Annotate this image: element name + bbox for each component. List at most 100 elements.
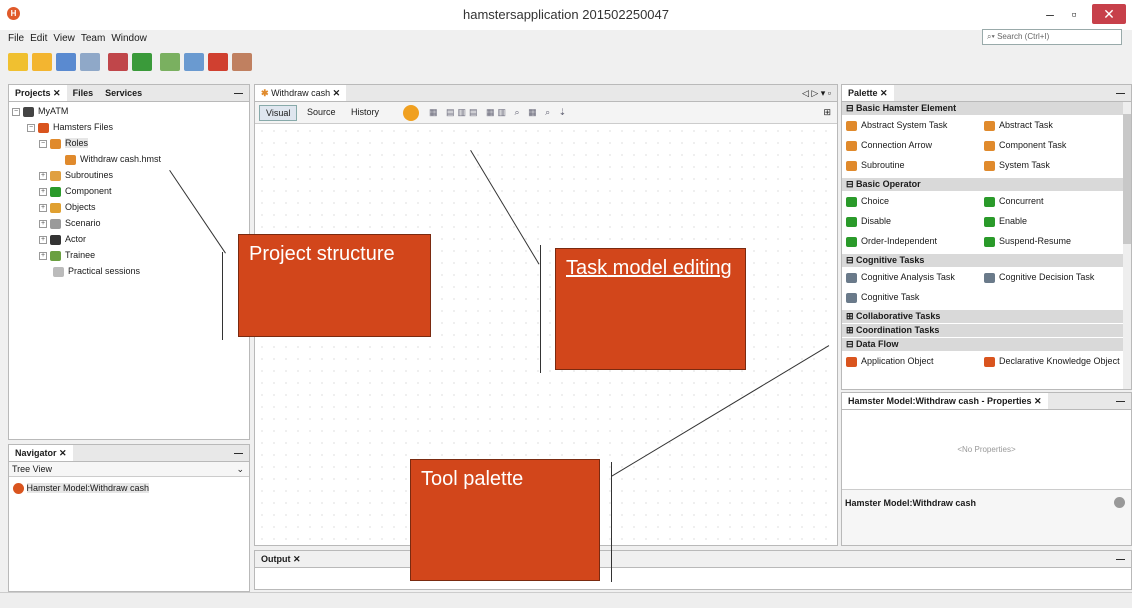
tree-item-label: Scenario [65, 218, 101, 228]
tree-item[interactable]: Withdraw cash.hmst [65, 152, 161, 166]
navigator-item[interactable]: Hamster Model:Withdraw cash [9, 477, 249, 500]
menu-view[interactable]: View [53, 30, 75, 48]
align-tools-icon[interactable]: ▦ ▤▥▤ ▦▥ ⌕ ▦ ⌕ ⇣ [429, 107, 569, 118]
minimize-palette-icon[interactable]: — [1116, 85, 1125, 101]
palette-item-icon [984, 236, 995, 247]
menu-file[interactable]: File [8, 30, 24, 48]
tab-palette[interactable]: Palette ✕ [842, 85, 894, 101]
close-button[interactable]: ✕ [1092, 4, 1126, 24]
palette-item[interactable]: Cognitive Decision Task [984, 270, 1094, 284]
trainee-icon [50, 250, 61, 261]
palette-item[interactable]: Connection Arrow [846, 138, 932, 152]
palette-group-header[interactable]: ⊞ Collaborative Tasks [842, 310, 1125, 323]
tree-item-label: Hamsters Files [53, 122, 114, 132]
validate-icon[interactable] [403, 105, 419, 121]
tab-files[interactable]: Files [67, 85, 100, 101]
tab-properties[interactable]: Hamster Model:Withdraw cash - Properties… [842, 393, 1048, 409]
expand-toggle-icon[interactable]: + [39, 187, 47, 196]
tree-item[interactable]: − MyATM [12, 104, 68, 118]
palette-item[interactable]: Abstract System Task [846, 118, 947, 132]
minimize-button[interactable]: – [1040, 4, 1060, 24]
palette-item[interactable]: System Task [984, 158, 1050, 172]
undo-icon[interactable] [108, 53, 128, 71]
palette-item[interactable]: Cognitive Task [846, 290, 919, 304]
palette-group-header[interactable]: ⊟ Basic Operator [842, 178, 1125, 191]
tree-item[interactable]: + Component [39, 184, 112, 198]
palette-item[interactable]: Disable [846, 214, 891, 228]
expand-toggle-icon[interactable]: + [39, 251, 47, 260]
tree-item-label: Component [65, 186, 112, 196]
help-icon[interactable] [1114, 497, 1125, 508]
palette-scrollbar[interactable] [1123, 102, 1131, 389]
tree-item[interactable]: + Subroutines [39, 168, 113, 182]
minimize-panel-icon[interactable]: — [234, 85, 243, 101]
expand-toggle-icon[interactable]: − [39, 139, 47, 148]
tree-item[interactable]: + Trainee [39, 248, 95, 262]
tab-withdraw-cash[interactable]: ✱ Withdraw cash ✕ [255, 85, 347, 101]
palette-item[interactable]: Choice [846, 194, 889, 208]
tree-item[interactable]: + Actor [39, 232, 86, 246]
minimize-properties-icon[interactable]: — [1116, 393, 1125, 409]
expand-toggle-icon[interactable]: − [27, 123, 35, 132]
palette-item[interactable]: Cognitive Analysis Task [846, 270, 955, 284]
tree-item[interactable]: Practical sessions [53, 264, 140, 278]
warning-icon[interactable] [208, 53, 228, 71]
expand-toggle-icon[interactable]: + [39, 203, 47, 212]
tab-projects[interactable]: Projects ✕ [9, 85, 67, 101]
tree-item[interactable]: + Scenario [39, 216, 101, 230]
palette-item[interactable]: Application Object [846, 354, 934, 368]
tab-services[interactable]: Services [99, 85, 148, 101]
palette-list: ⊟ Basic Hamster Element Abstract System T… [842, 102, 1131, 388]
new-project-icon[interactable] [32, 53, 52, 71]
sessions-icon [53, 266, 64, 277]
simulation-icon[interactable] [184, 53, 204, 71]
tab-output[interactable]: Output ✕ [255, 551, 307, 567]
mode-source-button[interactable]: Source [307, 107, 336, 117]
expand-toggle-icon[interactable]: + [39, 171, 47, 180]
tree-item[interactable]: − Hamsters Files [27, 120, 113, 134]
palette-item[interactable]: Concurrent [984, 194, 1044, 208]
annotation-line [222, 252, 223, 340]
menu-team[interactable]: Team [81, 30, 105, 48]
chevron-down-icon: ⌄ [236, 464, 244, 474]
palette-group-header[interactable]: ⊞ Coordination Tasks [842, 324, 1125, 337]
expand-toggle-icon[interactable]: + [39, 219, 47, 228]
palette-group-header[interactable]: ⊟ Data Flow [842, 338, 1125, 351]
save-all-icon[interactable] [80, 53, 100, 71]
editor-window-controls[interactable]: ◁ ▷ ▾ ▫ [802, 85, 831, 101]
search-input[interactable]: ⌕▾ Search (Ctrl+I) [982, 29, 1122, 45]
tree-item[interactable]: + Objects [39, 200, 96, 214]
tree-view-select[interactable]: Tree View ⌄ [9, 462, 249, 477]
palette-item[interactable]: Subroutine [846, 158, 905, 172]
expand-icon[interactable]: ⊞ [823, 107, 831, 118]
palette-item[interactable]: Component Task [984, 138, 1066, 152]
menu-edit[interactable]: Edit [30, 30, 47, 48]
menu-window[interactable]: Window [111, 30, 147, 48]
build-icon[interactable] [160, 53, 180, 71]
menu-bar: File Edit View Team Window [0, 30, 1132, 48]
palette-item-icon [984, 356, 995, 367]
new-file-icon[interactable] [8, 53, 28, 71]
mode-visual-button[interactable]: Visual [259, 105, 298, 121]
expand-toggle-icon[interactable]: − [12, 107, 20, 116]
palette-item[interactable]: Declarative Knowledge Object [984, 354, 1120, 368]
tab-navigator[interactable]: Navigator ✕ [9, 445, 73, 461]
open-project-icon[interactable] [56, 53, 76, 71]
palette-item-label: Component Task [999, 140, 1067, 150]
palette-item[interactable]: Order-Independent [846, 234, 937, 248]
output-panel: Output ✕ — [254, 550, 1132, 590]
minimize-navigator-icon[interactable]: — [234, 445, 243, 461]
redo-icon[interactable] [132, 53, 152, 71]
maximize-button[interactable]: ▫ [1064, 4, 1084, 24]
objects-icon [50, 202, 61, 213]
palette-group-header[interactable]: ⊟ Cognitive Tasks [842, 254, 1125, 267]
palette-item[interactable]: Enable [984, 214, 1027, 228]
palette-item[interactable]: Abstract Task [984, 118, 1053, 132]
minimize-output-icon[interactable]: — [1116, 551, 1125, 567]
run-icon[interactable] [232, 53, 252, 71]
palette-group-header[interactable]: ⊟ Basic Hamster Element [842, 102, 1125, 115]
expand-toggle-icon[interactable]: + [39, 235, 47, 244]
mode-history-button[interactable]: History [351, 107, 379, 117]
tree-item[interactable]: − Roles [39, 136, 89, 150]
palette-item[interactable]: Suspend-Resume [984, 234, 1071, 248]
